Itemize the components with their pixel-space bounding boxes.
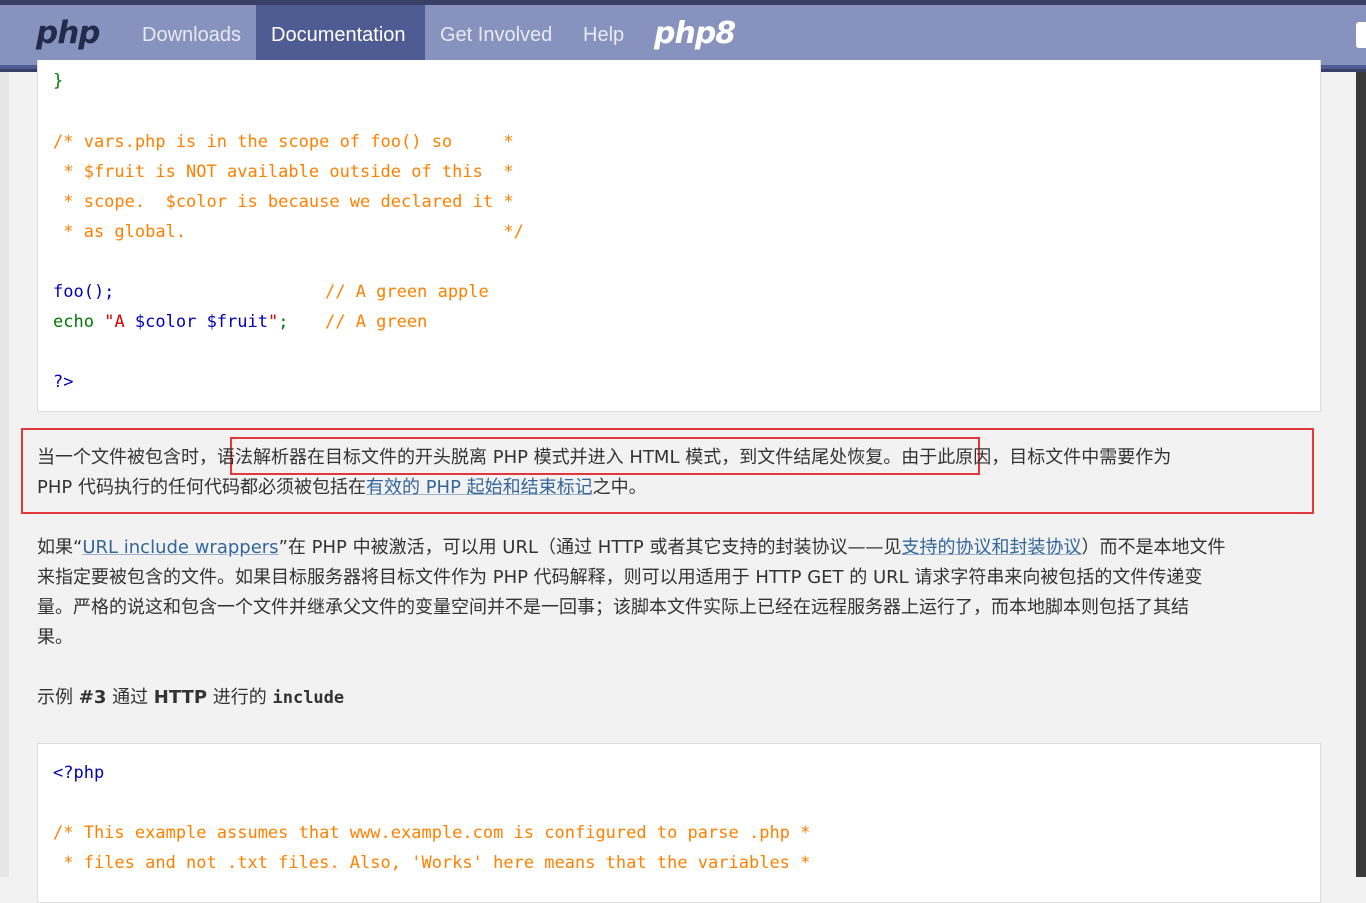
code-comment: // A green	[325, 312, 428, 332]
text: 当一个文件被包含时，	[37, 447, 217, 468]
url-include-wrappers-link[interactable]: URL include wrappers	[82, 537, 278, 558]
code-call: foo();	[53, 282, 115, 302]
search-input[interactable]	[1356, 22, 1366, 48]
paragraph-line: PHP 代码执行的任何代码都必须被包括在有效的 PHP 起始和结束标记之中。	[37, 473, 1327, 503]
paragraph-line: 量。严格的说这和包含一个文件并继承父文件的变量空间并不是一回事；该脚本文件实际上…	[37, 597, 1189, 618]
text: HTTP	[153, 687, 208, 708]
code-comment-line: * as global. */	[53, 222, 524, 242]
text: ）而不是本地文件	[1081, 537, 1226, 558]
code-example-vars: } /* vars.php is in the scope of foo() s…	[37, 60, 1321, 412]
example-title: 示例 #3 通过 HTTP 进行的 include	[37, 683, 1327, 713]
nav-item-documentation[interactable]: Documentation	[256, 5, 425, 65]
code-line: <?php	[53, 763, 105, 783]
code-string: "A	[104, 312, 135, 332]
code-semicolon: ;	[278, 312, 289, 332]
nav-item-get-involved[interactable]: Get Involved	[425, 5, 567, 65]
code-comment-line: * files and not .txt files. Also, 'Works…	[53, 853, 811, 873]
highlighted-text: 语法解析器在目标文件的开头脱离 PHP 模式并进入 HTML 模式，到文件结尾处…	[217, 447, 902, 468]
code-comment-line: * scope. $color is because we declared i…	[53, 192, 514, 212]
paragraph-line: 当一个文件被包含时，语法解析器在目标文件的开头脱离 PHP 模式并进入 HTML…	[37, 443, 1327, 473]
php-logo[interactable]: php	[36, 15, 100, 51]
left-gutter	[0, 72, 9, 877]
nav-item-downloads[interactable]: Downloads	[127, 5, 256, 65]
code-line: ?>	[53, 372, 74, 392]
scrollbar[interactable]	[1356, 72, 1366, 877]
text: 之中。	[592, 477, 647, 498]
include-mode-paragraph: 当一个文件被包含时，语法解析器在目标文件的开头脱离 PHP 模式并进入 HTML…	[37, 443, 1327, 503]
code-keyword: echo	[53, 312, 94, 332]
wrappers-link[interactable]: 支持的协议和封装协议	[902, 537, 1082, 558]
paragraph-line: 果。	[37, 627, 73, 648]
include-keyword: include	[272, 688, 345, 708]
code-comment-line: * $fruit is NOT available outside of thi…	[53, 162, 514, 182]
nav-item-help[interactable]: Help	[568, 5, 639, 65]
php8-logo[interactable]: php8	[654, 16, 736, 51]
text: 如果“	[37, 537, 83, 558]
text: 进行的	[207, 687, 273, 708]
url-wrappers-paragraph: 如果“URL include wrappers”在 PHP 中被激活，可以用 U…	[37, 533, 1327, 653]
paragraph-line: 如果“URL include wrappers”在 PHP 中被激活，可以用 U…	[37, 533, 1327, 563]
php-tags-link[interactable]: 有效的 PHP 起始和结束标记	[366, 477, 593, 498]
code-comment-line: /* vars.php is in the scope of foo() so …	[53, 132, 514, 152]
text: PHP 代码执行的任何代码都必须被包括在	[37, 477, 366, 498]
code-string: "	[267, 312, 279, 332]
text: 由于此原因，目标文件中需要作为	[901, 447, 1172, 468]
text: 通过	[106, 687, 154, 708]
code-comment: // A green apple	[325, 282, 489, 302]
code-comment-line: /* This example assumes that www.example…	[53, 823, 811, 843]
code-variables: $color $fruit	[134, 312, 268, 332]
example-number: #3	[78, 687, 107, 708]
code-example-http-include: <?php /* This example assumes that www.e…	[37, 743, 1321, 903]
code-line: echo "A $color $fruit"; // A green	[53, 307, 427, 337]
code-line: foo(); // A green apple	[53, 277, 489, 307]
text: ”在 PHP 中被激活，可以用 URL（通过 HTTP 或者其它支持的封装协议—…	[278, 537, 902, 558]
text: 示例	[37, 687, 79, 708]
paragraph-line: 来指定要被包含的文件。如果目标服务器将目标文件作为 PHP 代码解释，则可以用适…	[37, 567, 1203, 588]
code-line: }	[53, 71, 64, 91]
